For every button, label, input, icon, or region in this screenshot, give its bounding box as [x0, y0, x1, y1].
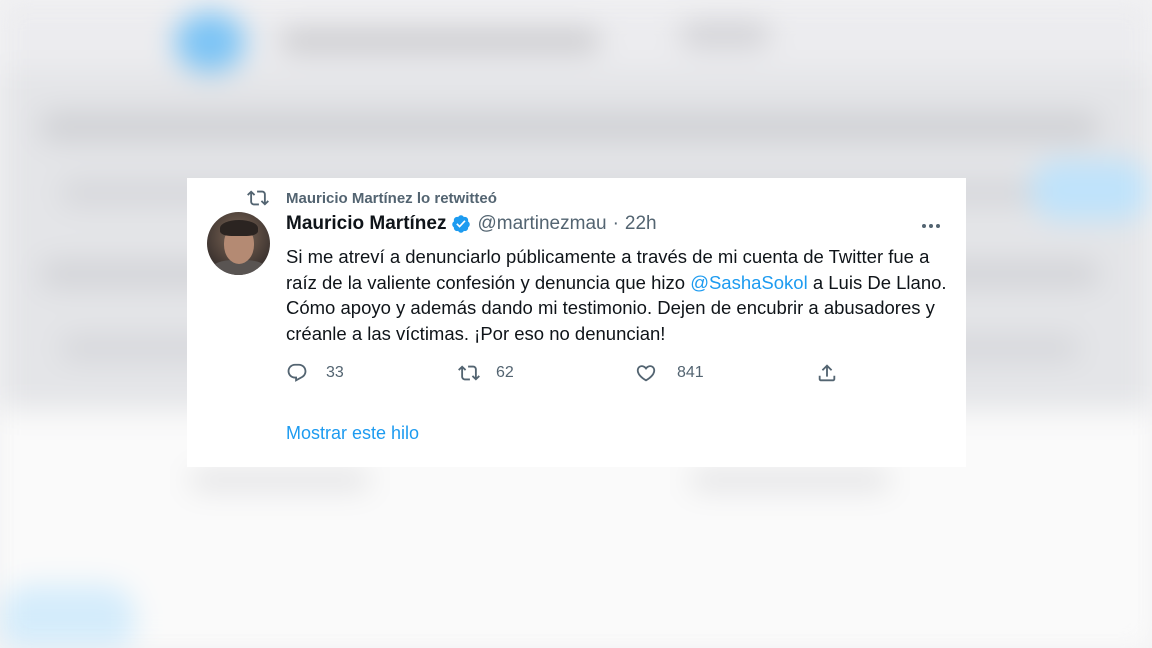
retweet-count: 62: [496, 364, 514, 381]
share-icon: [818, 364, 836, 382]
avatar[interactable]: [207, 212, 270, 275]
reply-button[interactable]: 33: [286, 362, 344, 384]
tweet-card[interactable]: Mauricio Martínez lo retwitteó Mauricio …: [187, 178, 966, 467]
reply-count: 33: [326, 364, 344, 381]
verified-badge-icon: [452, 215, 471, 233]
retweet-icon: [247, 190, 269, 206]
tweet-timestamp[interactable]: 22h: [625, 213, 657, 235]
heart-icon: [636, 365, 656, 382]
like-count: 841: [677, 364, 704, 381]
author-handle[interactable]: @martinezmau: [477, 213, 606, 235]
tweet-text: Si me atreví a denunciarlo públicamente …: [286, 244, 951, 346]
reply-icon: [287, 363, 307, 382]
retweet-icon: [458, 365, 480, 381]
retweet-context-label: Mauricio Martínez lo retwitteó: [286, 189, 497, 207]
tweet-header: Mauricio Martínez @martinezmau · 22h: [286, 213, 657, 235]
retweet-button[interactable]: 62: [458, 362, 514, 384]
tweet-actions: 33 62 841: [286, 362, 886, 392]
retweet-context[interactable]: Mauricio Martínez lo retwitteó: [247, 187, 497, 209]
author-name[interactable]: Mauricio Martínez: [286, 213, 446, 235]
mention-link[interactable]: @SashaSokol: [690, 272, 808, 293]
more-options-icon[interactable]: [919, 216, 943, 236]
like-button[interactable]: 841: [635, 362, 704, 384]
header-separator: ·: [612, 213, 619, 234]
share-button[interactable]: [816, 362, 838, 384]
show-thread-link[interactable]: Mostrar este hilo: [286, 423, 419, 444]
